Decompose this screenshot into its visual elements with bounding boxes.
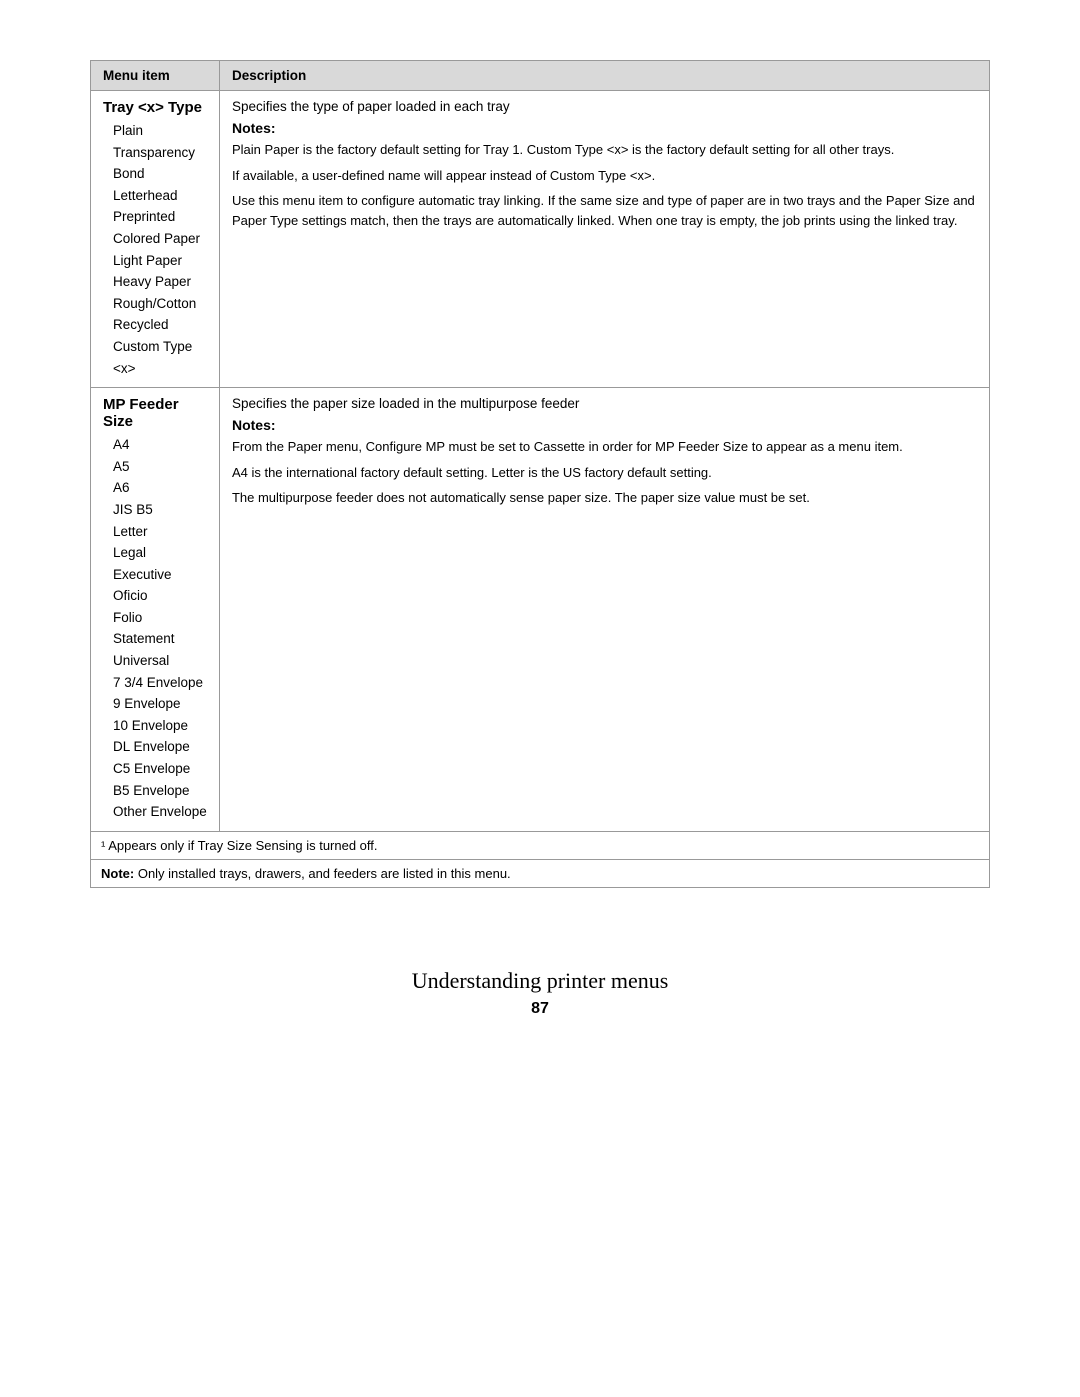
page-bottom: Understanding printer menus 87 [0,968,1080,1018]
list-item: DL Envelope [103,736,207,758]
note-item-0-0: Plain Paper is the factory default setti… [232,140,977,160]
list-item: Oficio [103,585,207,607]
list-item: Heavy Paper [103,271,207,293]
page-title: Understanding printer menus [0,968,1080,994]
list-item: A6 [103,477,207,499]
list-item: Custom Type <x> [103,336,207,379]
list-item: C5 Envelope [103,758,207,780]
menu-cell-0: Tray <x> Type PlainTransparencyBondLetter… [91,91,220,388]
section-title-0: Tray <x> Type [103,99,207,116]
desc-intro-1: Specifies the paper size loaded in the m… [232,396,977,411]
menu-cell-1: MP Feeder Size A4A5A6JIS B5LetterLegalExe… [91,388,220,832]
notes-label-1: Notes: [232,417,977,433]
list-item: Letterhead [103,185,207,207]
list-item: Bond [103,163,207,185]
list-item: Recycled [103,314,207,336]
list-item: 9 Envelope [103,693,207,715]
desc-cell-0: Specifies the type of paper loaded in ea… [219,91,989,388]
list-item: Statement [103,628,207,650]
list-item: Legal [103,542,207,564]
list-item: Light Paper [103,250,207,272]
desc-cell-1: Specifies the paper size loaded in the m… [219,388,989,832]
list-item: A4 [103,434,207,456]
note-item-1-0: From the Paper menu, Configure MP must b… [232,437,977,457]
list-item: JIS B5 [103,499,207,521]
col-header-menu: Menu item [91,61,220,91]
list-item: Universal [103,650,207,672]
list-item: B5 Envelope [103,780,207,802]
list-item: Other Envelope [103,801,207,823]
note-item-0-2: Use this menu item to configure automati… [232,191,977,230]
notes-label-0: Notes: [232,120,977,136]
list-item: A5 [103,456,207,478]
col-header-desc: Description [219,61,989,91]
list-item: Rough/Cotton [103,293,207,315]
list-item: Letter [103,521,207,543]
list-item: Executive [103,564,207,586]
list-item: Transparency [103,142,207,164]
footer-note-0: ¹ Appears only if Tray Size Sensing is t… [91,831,990,859]
note-item-0-1: If available, a user-defined name will a… [232,166,977,186]
list-item: 7 3/4 Envelope [103,672,207,694]
note-item-1-2: The multipurpose feeder does not automat… [232,488,977,508]
menu-items-list-0: PlainTransparencyBondLetterheadPreprinte… [103,120,207,379]
footer-note-1: Note: Only installed trays, drawers, and… [91,859,990,887]
desc-intro-0: Specifies the type of paper loaded in ea… [232,99,977,114]
list-item: Folio [103,607,207,629]
list-item: Plain [103,120,207,142]
page-container: Menu item Description Tray <x> Type Plain… [90,60,990,888]
list-item: 10 Envelope [103,715,207,737]
section-title-1: MP Feeder Size [103,396,207,430]
main-table: Menu item Description Tray <x> Type Plain… [90,60,990,888]
list-item: Preprinted [103,206,207,228]
page-number: 87 [0,1000,1080,1018]
list-item: Colored Paper [103,228,207,250]
menu-items-list-1: A4A5A6JIS B5LetterLegalExecutiveOficioFo… [103,434,207,823]
note-item-1-1: A4 is the international factory default … [232,463,977,483]
